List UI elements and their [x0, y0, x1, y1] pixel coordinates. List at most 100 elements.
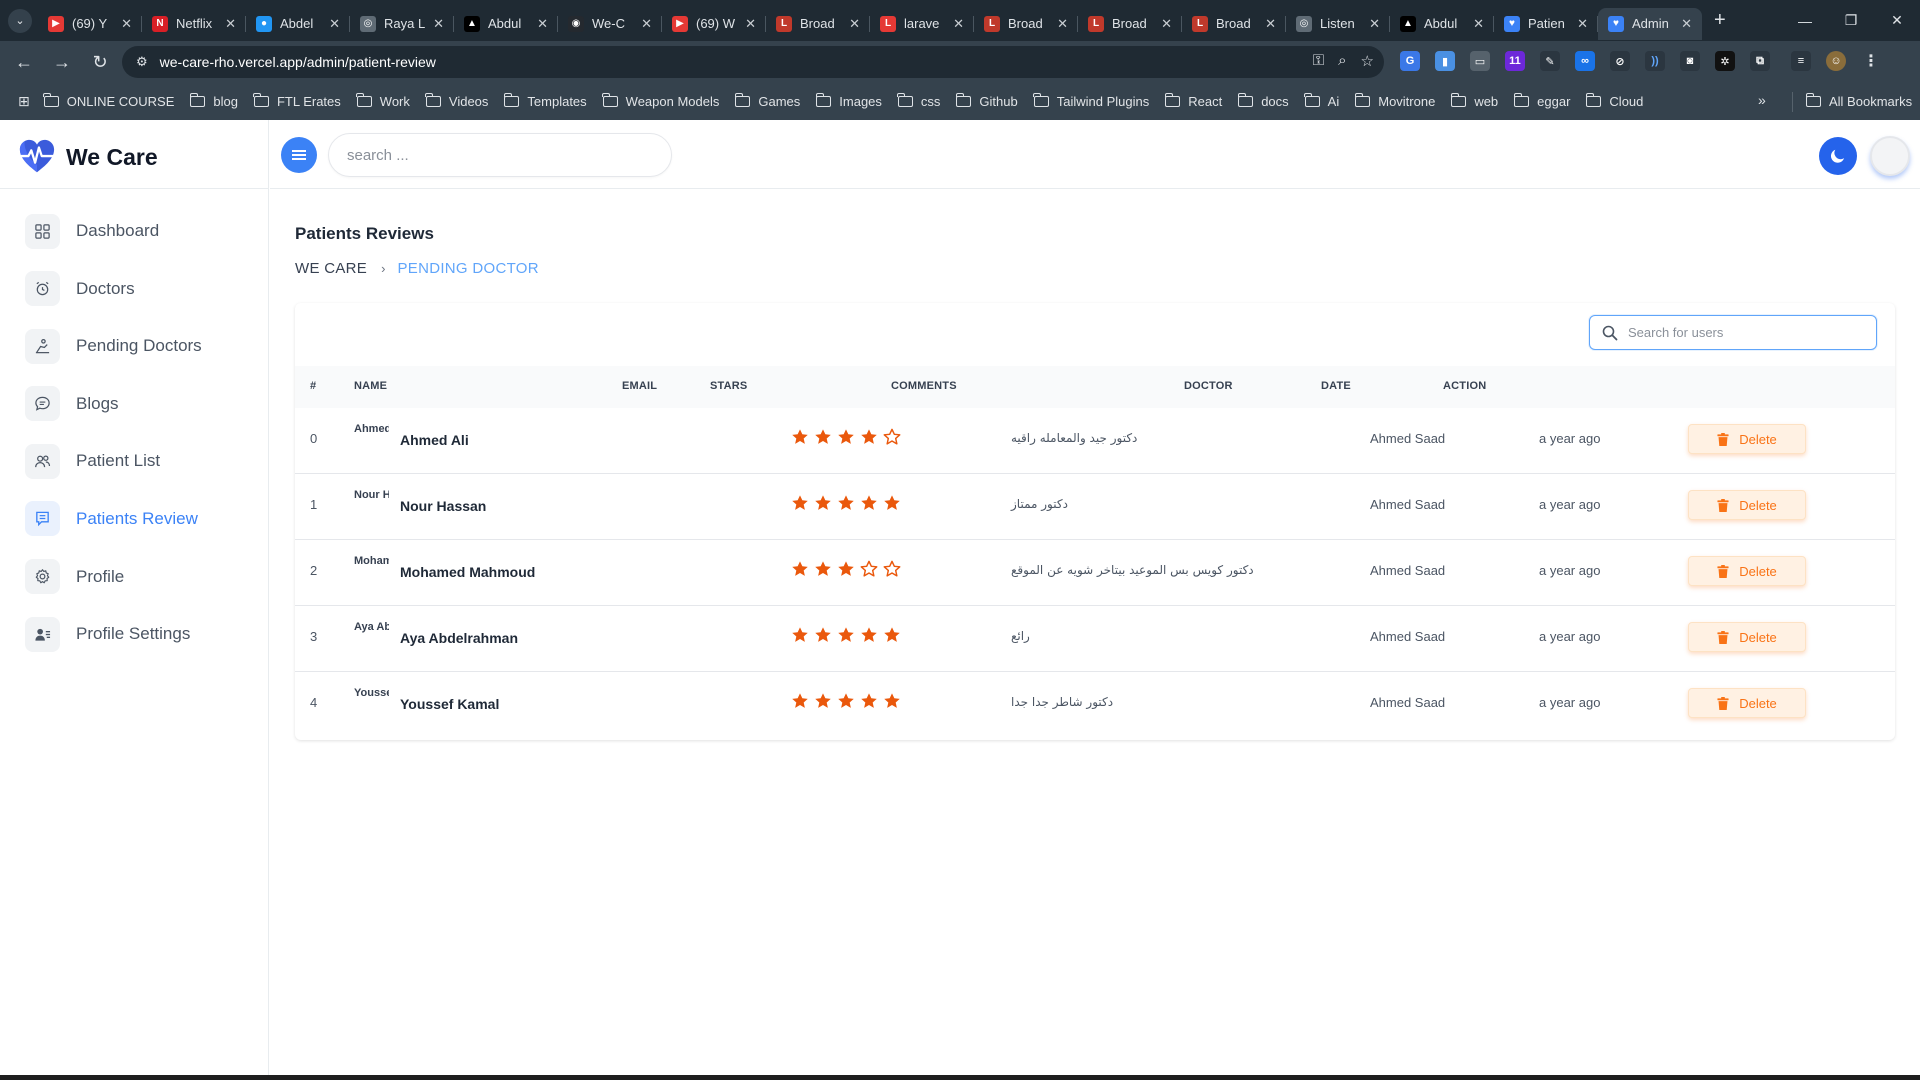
bookmark-folder[interactable]: ONLINE COURSE [43, 93, 174, 109]
browser-tab[interactable]: ♥ Patien ✕ [1494, 8, 1598, 40]
reload-icon[interactable]: ↻ [84, 46, 116, 78]
translate-extension-icon[interactable]: G [1400, 51, 1420, 71]
tab-search-chevron-icon[interactable]: ⌄ [8, 8, 32, 33]
zoom-icon[interactable]: ⌕ [1338, 52, 1346, 70]
tab-close-icon[interactable]: ✕ [121, 16, 132, 32]
url-text[interactable]: we-care-rho.vercel.app/admin/patient-rev… [160, 54, 436, 70]
browser-tab[interactable]: ▶ (69) Y ✕ [38, 8, 142, 40]
browser-menu-kebab-icon[interactable]: ⋮ [1861, 51, 1881, 71]
new-tab-plus-icon[interactable]: + [1714, 9, 1726, 32]
address-bar[interactable]: ⚙ we-care-rho.vercel.app/admin/patient-r… [122, 46, 1384, 78]
delete-button[interactable]: Delete [1688, 424, 1806, 454]
bookmark-folder[interactable]: Games [734, 93, 800, 109]
bookmark-folder[interactable]: web [1450, 93, 1498, 109]
back-arrow-icon[interactable]: ← [8, 46, 40, 78]
tab-close-icon[interactable]: ✕ [1369, 16, 1380, 32]
minimize-icon[interactable]: — [1782, 0, 1828, 41]
tab-close-icon[interactable]: ✕ [1265, 16, 1276, 32]
browser-tab[interactable]: L Broad ✕ [974, 8, 1078, 40]
delete-button[interactable]: Delete [1688, 688, 1806, 718]
tab-close-icon[interactable]: ✕ [225, 16, 236, 32]
puzzle-extensions-icon[interactable]: ⧉ [1750, 51, 1770, 71]
delete-button[interactable]: Delete [1688, 490, 1806, 520]
tab-close-icon[interactable]: ✕ [849, 16, 860, 32]
tab-close-icon[interactable]: ✕ [433, 16, 444, 32]
bookmark-folder[interactable]: React [1164, 93, 1222, 109]
user-search-box[interactable] [1589, 315, 1877, 350]
bookmark-folder[interactable]: FTL Erates [253, 93, 341, 109]
restore-icon[interactable]: ❐ [1828, 0, 1874, 41]
cast-extension-icon[interactable]: ▭ [1470, 51, 1490, 71]
counter-extension-icon[interactable]: 11 [1505, 51, 1525, 71]
brand[interactable]: We Care [18, 138, 158, 176]
menu-toggle-button[interactable] [281, 137, 317, 173]
browser-tab[interactable]: ◉ We-C ✕ [558, 8, 662, 40]
bookmark-star-icon[interactable]: ☆ [1361, 52, 1374, 70]
delete-button[interactable]: Delete [1688, 556, 1806, 586]
tab-close-icon[interactable]: ✕ [1577, 16, 1588, 32]
bookmark-folder[interactable]: Videos [425, 93, 488, 109]
bookmark-folder[interactable]: Ai [1304, 93, 1339, 109]
bookmark-folder[interactable]: Movitrone [1354, 93, 1435, 109]
global-search-input[interactable] [328, 133, 672, 177]
browser-tab[interactable]: ▲ Abdul ✕ [454, 8, 558, 40]
sidebar-item-doctors[interactable]: Doctors [25, 269, 255, 309]
forward-arrow-icon[interactable]: → [46, 46, 78, 78]
tab-close-icon[interactable]: ✕ [1161, 16, 1172, 32]
tab-close-icon[interactable]: ✕ [953, 16, 964, 32]
tab-close-icon[interactable]: ✕ [1473, 16, 1484, 32]
ai-extension-icon[interactable]: ✲ [1715, 51, 1735, 71]
browser-tab[interactable]: L Broad ✕ [766, 8, 870, 40]
sidebar-item-profile[interactable]: Profile [25, 557, 255, 597]
user-search-input[interactable] [1628, 325, 1868, 340]
tab-close-icon[interactable]: ✕ [745, 16, 756, 32]
user-avatar[interactable] [1870, 136, 1910, 176]
tab-close-icon[interactable]: ✕ [641, 16, 652, 32]
bookmark-folder[interactable]: docs [1237, 93, 1289, 109]
all-bookmarks-folder[interactable]: All Bookmarks [1805, 83, 1912, 120]
bookmark-folder[interactable]: Tailwind Plugins [1033, 93, 1149, 109]
bookmark-folder[interactable]: eggar [1513, 93, 1570, 109]
sidebar-item-dashboard[interactable]: Dashboard [25, 211, 255, 251]
pen-extension-icon[interactable]: ✎ [1540, 51, 1560, 71]
browser-tab[interactable]: N Netflix ✕ [142, 8, 246, 40]
dark-mode-toggle-button[interactable] [1819, 137, 1857, 175]
browser-tab[interactable]: L Broad ✕ [1078, 8, 1182, 40]
browser-tab[interactable]: Llarave ✕ [870, 8, 974, 40]
browser-tab[interactable]: ◎ Raya L ✕ [350, 8, 454, 40]
wave-extension-icon[interactable]: )) [1645, 51, 1665, 71]
browser-tab[interactable]: ● Abdel ✕ [246, 8, 350, 40]
tab-close-icon[interactable]: ✕ [1681, 16, 1692, 32]
apps-grid-icon[interactable]: ⊞ [18, 93, 30, 110]
browser-tab[interactable]: ◎ Listen ✕ [1286, 8, 1390, 40]
reading-list-icon[interactable]: ≡ [1791, 51, 1811, 71]
bookmark-folder[interactable]: css [897, 93, 940, 109]
delete-button[interactable]: Delete [1688, 622, 1806, 652]
breadcrumb-root-link[interactable]: WE CARE [295, 260, 367, 277]
compass-extension-icon[interactable]: ⊘ [1610, 51, 1630, 71]
infinity-extension-icon[interactable]: ∞ [1575, 51, 1595, 71]
bookmark-folder[interactable]: Images [815, 93, 882, 109]
close-window-icon[interactable]: ✕ [1874, 0, 1920, 41]
tab-close-icon[interactable]: ✕ [537, 16, 548, 32]
password-key-icon[interactable]: ⚿ [1313, 52, 1324, 70]
sidebar-item-blogs[interactable]: Blogs [25, 384, 255, 424]
browser-tab[interactable]: ♥ Admin ✕ [1598, 7, 1702, 40]
bookmark-folder[interactable]: blog [189, 93, 238, 109]
browser-tab[interactable]: ▶ (69) W ✕ [662, 8, 766, 40]
sidebar-item-patient-list[interactable]: Patient List [25, 441, 255, 481]
sidebar-item-profile-settings[interactable]: Profile Settings [25, 614, 255, 654]
tab-close-icon[interactable]: ✕ [329, 16, 340, 32]
site-info-icon[interactable]: ⚙ [136, 54, 148, 70]
docs-extension-icon[interactable]: ▮ [1435, 51, 1455, 71]
bookmark-folder[interactable]: Github [955, 93, 1018, 109]
sidebar-item-pending-doctors[interactable]: Pending Doctors [25, 326, 255, 366]
bookmark-folder[interactable]: Weapon Models [602, 93, 719, 109]
bookmark-folder[interactable]: Templates [503, 93, 587, 109]
bookmark-folder[interactable]: Work [356, 93, 410, 109]
more-bookmarks-chevron-icon[interactable]: » [1758, 92, 1766, 108]
profile-avatar-icon[interactable]: ☺ [1826, 51, 1846, 71]
browser-tab[interactable]: L Broad ✕ [1182, 8, 1286, 40]
camera-extension-icon[interactable]: ◙ [1680, 51, 1700, 71]
tab-close-icon[interactable]: ✕ [1057, 16, 1068, 32]
